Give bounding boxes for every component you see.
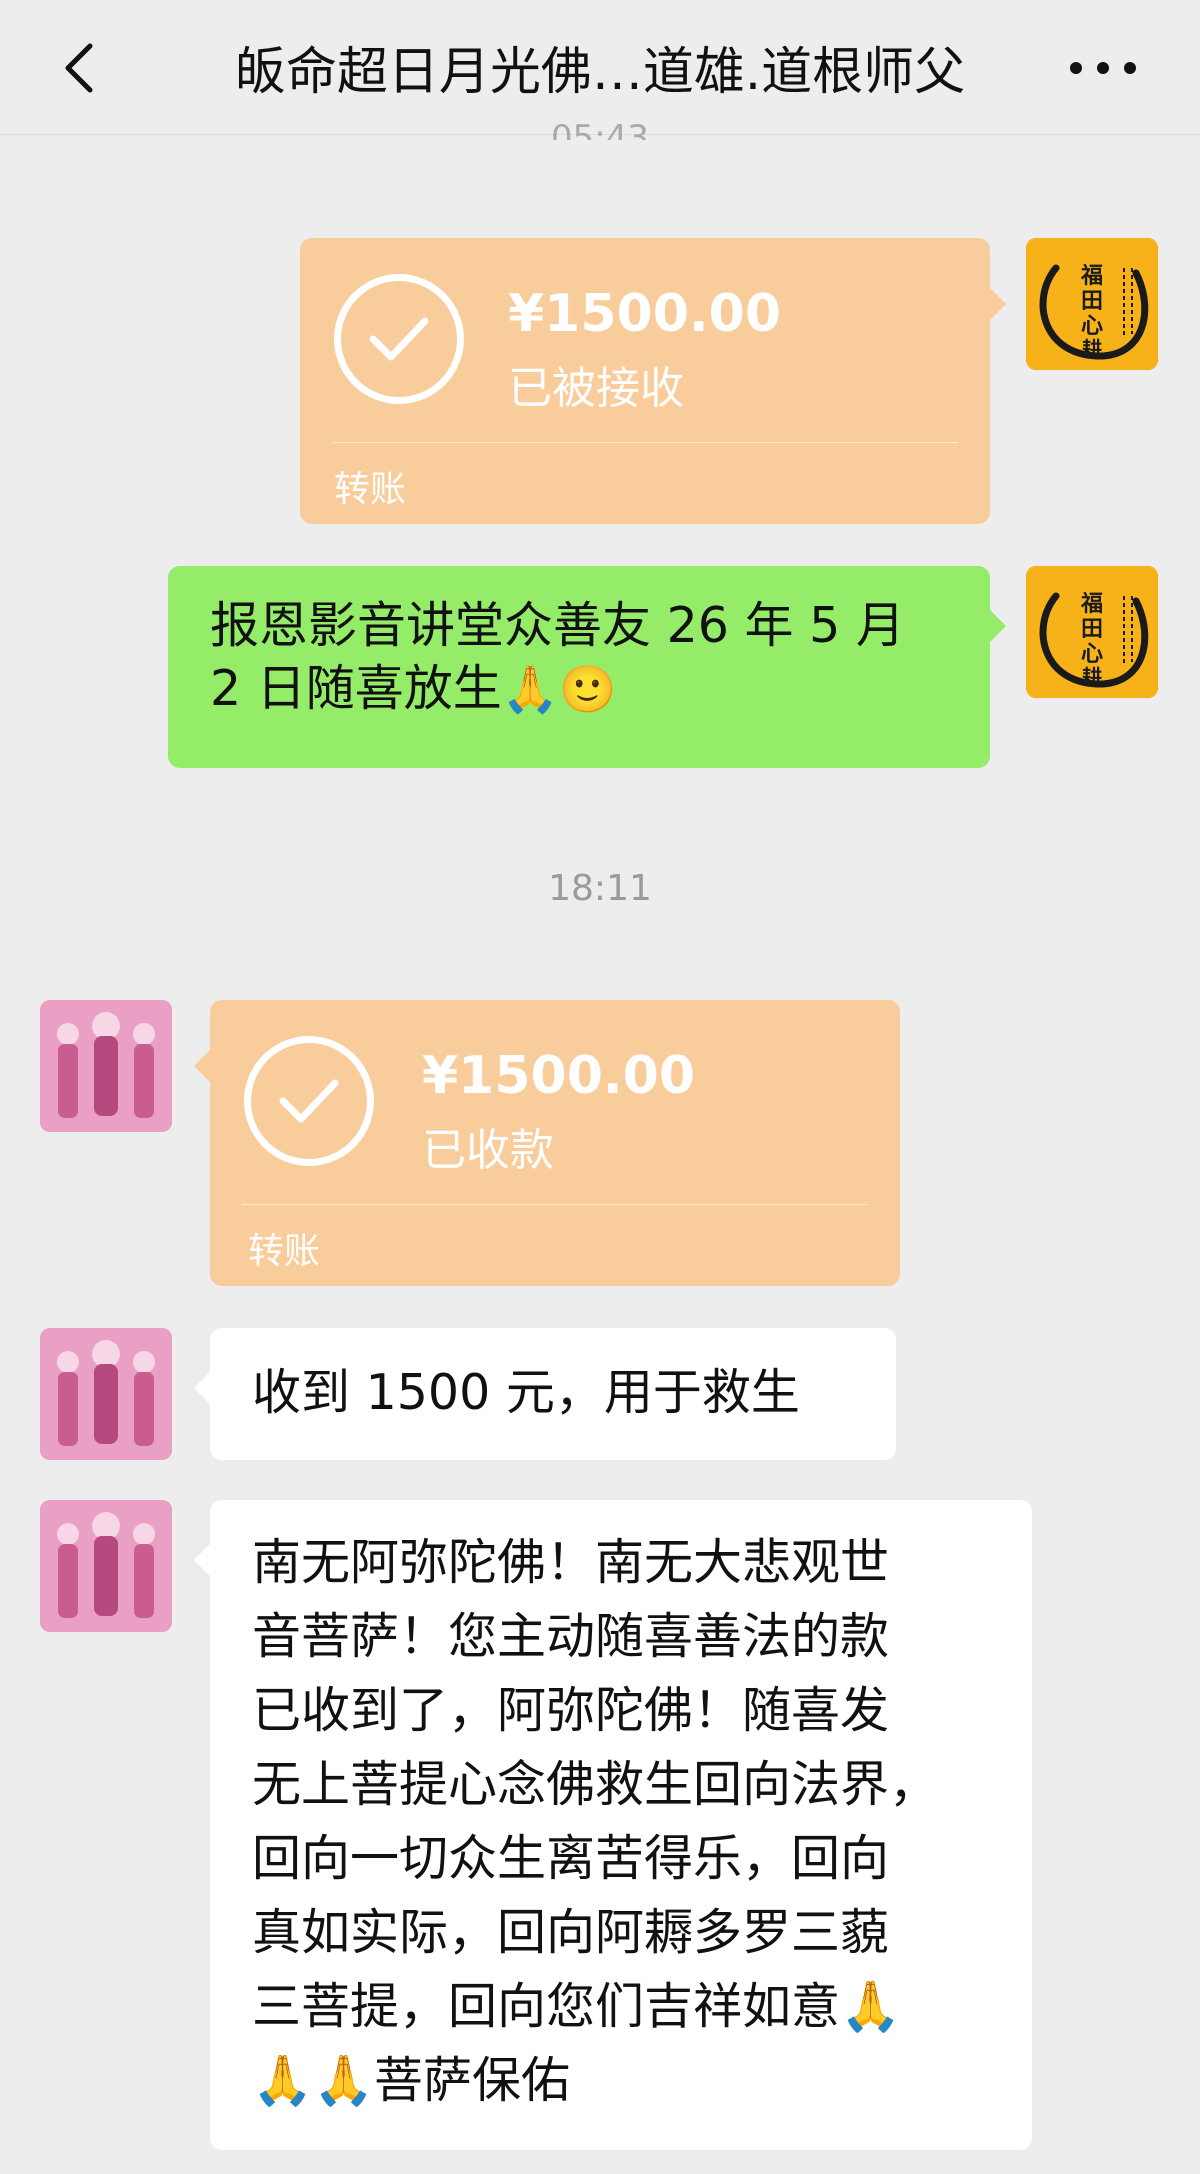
calligraphy-logo-icon: 福 田 心 耕 — [1026, 238, 1158, 370]
message-line: 无上菩提心念佛救生回向法界， — [252, 1756, 939, 1813]
transfer-divider — [332, 442, 958, 443]
message-bubble-sent[interactable]: 报恩影音讲堂众善友 26 年 5 月 2 日随喜放生🙏🙂 — [168, 566, 1006, 768]
check-circle-icon — [244, 1036, 374, 1166]
message-text: 收到 1500 元，用于救生 — [252, 1364, 800, 1421]
message-line: 真如实际，回向阿耨多罗三藐 — [252, 1904, 890, 1961]
buddha-avatar-icon — [40, 1328, 172, 1460]
avatar-self[interactable]: 福 田 心 耕 — [1026, 566, 1158, 698]
svg-text:心: 心 — [1081, 313, 1103, 339]
chevron-left-icon[interactable] — [52, 38, 112, 98]
message-line: 三菩提，回向您们吉祥如意🙏 — [252, 1978, 902, 2035]
transfer-amount: ¥1500.00 — [508, 284, 782, 344]
transfer-amount: ¥1500.00 — [422, 1046, 696, 1106]
message-line: 音菩萨！您主动随喜善法的款 — [252, 1608, 890, 1665]
svg-text:福: 福 — [1080, 591, 1103, 617]
transfer-status: 已被接收 — [508, 363, 684, 414]
message-line: 🙏🙏菩萨保佑 — [252, 2052, 571, 2109]
bubble-tail — [194, 1544, 210, 1576]
chat-title: 皈命超日月光佛…道雄.道根师父 — [234, 43, 966, 102]
transfer-card-sent[interactable]: ¥1500.00 已被接收 转账 — [300, 238, 1006, 524]
timestamp: 18:11 — [548, 868, 652, 909]
transfer-status: 已收款 — [422, 1125, 554, 1176]
svg-text:田: 田 — [1081, 288, 1103, 314]
transfer-divider — [242, 1204, 868, 1205]
message-bubble-received[interactable]: 收到 1500 元，用于救生 — [194, 1328, 896, 1460]
buddha-avatar-icon — [40, 1000, 172, 1132]
chat-header: 皈命超日月光佛…道雄.道根师父 — [0, 0, 1200, 135]
svg-text:福: 福 — [1080, 263, 1103, 289]
bubble-tail — [990, 610, 1006, 642]
partial-timestamp: 05:43 — [551, 118, 649, 140]
smile-emoji: 🙂 — [559, 662, 617, 716]
avatar-contact[interactable] — [40, 1500, 172, 1632]
calligraphy-logo-icon: 福 田 心 耕 — [1026, 566, 1158, 698]
bubble-tail — [194, 1372, 210, 1404]
svg-text:耕: 耕 — [1082, 665, 1102, 689]
svg-text:心: 心 — [1081, 641, 1103, 667]
svg-text:田: 田 — [1081, 616, 1103, 642]
folded-hands-emoji: 🙏 — [501, 662, 560, 716]
buddha-avatar-icon — [40, 1500, 172, 1632]
message-line: 南无阿弥陀佛！南无大悲观世 — [252, 1534, 890, 1591]
message-line: 回向一切众生离苦得乐，回向 — [252, 1830, 890, 1887]
message-bubble-received[interactable]: 南无阿弥陀佛！南无大悲观世 音菩萨！您主动随喜善法的款 已收到了，阿弥陀佛！随喜… — [194, 1500, 1032, 2150]
more-dots-icon[interactable] — [1058, 38, 1148, 98]
svg-text:耕: 耕 — [1082, 337, 1102, 361]
avatar-self[interactable]: 福 田 心 耕 — [1026, 238, 1158, 370]
transfer-type-label: 转账 — [248, 1231, 321, 1272]
avatar-contact[interactable] — [40, 1000, 172, 1132]
check-circle-icon — [334, 274, 464, 404]
message-line: 已收到了，阿弥陀佛！随喜发 — [252, 1682, 890, 1739]
transfer-type-label: 转账 — [334, 469, 407, 510]
transfer-card-received[interactable]: ¥1500.00 已收款 转账 — [194, 1000, 900, 1286]
avatar-contact[interactable] — [40, 1328, 172, 1460]
